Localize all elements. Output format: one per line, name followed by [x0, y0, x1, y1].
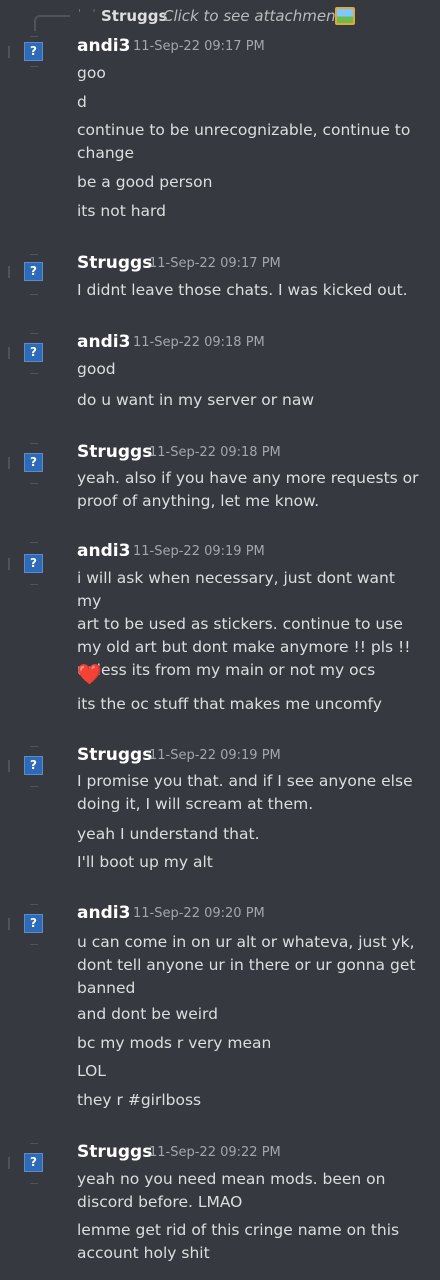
gutter-dash	[30, 786, 38, 787]
gutter-marker	[8, 266, 10, 278]
message-author[interactable]: andi3	[77, 903, 130, 923]
message-timestamp: 11-Sep-22 09:18 PM	[133, 335, 265, 350]
gutter-dash	[30, 944, 38, 945]
message-line: goo	[77, 64, 106, 82]
message-line: I'll boot up my alt	[77, 853, 213, 871]
message-author[interactable]: Struggs	[77, 442, 152, 462]
gutter-dash	[30, 254, 38, 255]
gutter-dash	[30, 66, 38, 67]
message-timestamp: 11-Sep-22 09:19 PM	[133, 544, 265, 559]
gutter-dash	[30, 1143, 38, 1144]
message-line: good	[77, 360, 116, 378]
gutter-marker	[8, 1157, 10, 1169]
message-author[interactable]: andi3	[77, 541, 130, 561]
message-line: yeah no you need mean mods. been on disc…	[77, 1170, 386, 1211]
gutter-dash	[30, 584, 38, 585]
message-timestamp: 11-Sep-22 09:19 PM	[149, 748, 281, 763]
message-timestamp: 11-Sep-22 09:18 PM	[149, 445, 281, 460]
message-line: d	[77, 93, 87, 111]
message-author[interactable]: Struggs	[77, 1142, 152, 1162]
reply-author[interactable]: Struggs	[101, 7, 167, 25]
gutter-marker	[8, 760, 10, 772]
gutter-dash	[30, 294, 38, 295]
avatar[interactable]: ?	[24, 453, 43, 472]
message-line: i will ask when necessary, just dont wan…	[77, 569, 411, 679]
gutter-dash	[30, 36, 38, 37]
avatar[interactable]: ?	[24, 42, 43, 61]
message-line: its the oc stuff that makes me uncomfy	[77, 695, 382, 713]
message-line: bc my mods r very mean	[77, 1034, 272, 1052]
avatar[interactable]: ?	[24, 554, 43, 573]
gutter-dash	[30, 483, 38, 484]
message-line: I didnt leave those chats. I was kicked …	[77, 281, 408, 299]
red-heart-emoji[interactable]: ❤️	[77, 662, 102, 686]
gutter-dash	[30, 904, 38, 905]
message-timestamp: 11-Sep-22 09:17 PM	[133, 39, 265, 54]
image-attachment-icon[interactable]	[335, 7, 355, 25]
avatar[interactable]: ?	[24, 756, 43, 775]
gutter-marker	[8, 918, 10, 930]
message-line: LOL	[77, 1062, 106, 1080]
gutter-dash	[30, 333, 38, 334]
reply-preview[interactable]: ' ' Struggs Click to see attachment	[0, 4, 440, 31]
message-author[interactable]: andi3	[77, 36, 130, 56]
gutter-marker	[8, 46, 10, 58]
message-line: continue to be unrecognizable, continue …	[77, 121, 411, 162]
avatar[interactable]: ?	[24, 343, 43, 362]
message-line: I promise you that. and if I see anyone …	[77, 772, 413, 813]
message-author[interactable]: andi3	[77, 332, 130, 352]
gutter-dash	[30, 443, 38, 444]
avatar[interactable]: ?	[24, 262, 43, 281]
message-author[interactable]: Struggs	[77, 253, 152, 273]
gutter-dash	[30, 1183, 38, 1184]
reply-attachment-link[interactable]: Click to see attachment	[163, 7, 342, 25]
message-line: they r #girlboss	[77, 1091, 202, 1109]
gutter-dash	[30, 746, 38, 747]
message-timestamp: 11-Sep-22 09:20 PM	[133, 906, 265, 921]
message-line: lemme get rid of this cringe name on thi…	[77, 1221, 400, 1262]
gutter-dash	[30, 542, 38, 543]
gutter-dash	[30, 373, 38, 374]
reply-spine	[34, 15, 70, 31]
gutter-marker	[8, 347, 10, 359]
message-line: u can come in on ur alt or whateva, just…	[77, 933, 416, 997]
message-line: its not hard	[77, 202, 166, 220]
message-line: and dont be weird	[77, 1005, 218, 1023]
message-author[interactable]: Struggs	[77, 745, 152, 765]
gutter-marker	[8, 457, 10, 469]
reply-avatar-placeholder: ' '	[78, 7, 100, 20]
message-timestamp: 11-Sep-22 09:22 PM	[149, 1145, 281, 1160]
message-line: do u want in my server or naw	[77, 391, 315, 409]
avatar[interactable]: ?	[24, 1153, 43, 1172]
message-line: be a good person	[77, 173, 213, 191]
message-line: yeah I understand that.	[77, 825, 260, 843]
gutter-marker	[8, 558, 10, 570]
avatar[interactable]: ?	[24, 914, 43, 933]
message-line: yeah. also if you have any more requests…	[77, 469, 419, 510]
message-timestamp: 11-Sep-22 09:17 PM	[149, 256, 281, 271]
